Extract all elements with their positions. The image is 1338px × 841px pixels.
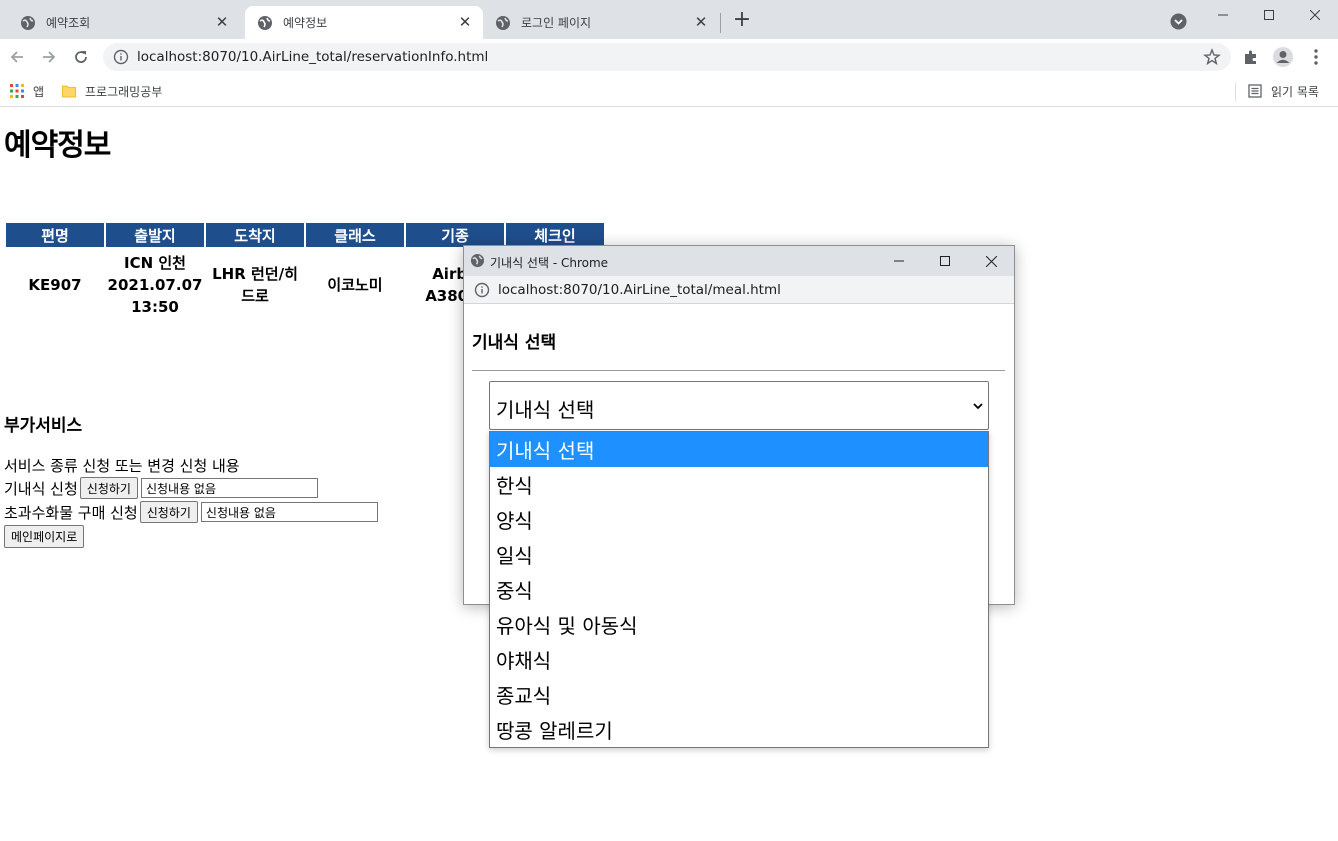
browser-toolbar: localhost:8070/10.AirLine_total/reservat… (0, 39, 1338, 75)
cell-class: 이코노미 (327, 276, 383, 294)
bookmarks-bar: 앱 프로그래밍공부 읽기 목록 (0, 75, 1338, 107)
tab-reservation-lookup[interactable]: 예약조회 ✕ (8, 6, 240, 39)
table-header-row: 편명 출발지 도착지 클래스 기종 체크인 (6, 223, 604, 247)
popup-window-title: 기내식 선택 - Chrome (490, 256, 609, 270)
profile-icon[interactable] (1271, 45, 1295, 69)
bookmark-folder[interactable]: 프로그래밍공부 (62, 81, 162, 101)
globe-icon (470, 253, 485, 268)
tab-label: 예약조회 (46, 16, 91, 30)
reading-list[interactable]: 읽기 목록 (1248, 81, 1319, 101)
meal-service-row: 기내식 신청 신청하기 신청내용 없음 (4, 477, 318, 499)
forward-icon[interactable] (37, 45, 61, 69)
meal-apply-button[interactable]: 신청하기 (79, 477, 138, 499)
baggage-request-field[interactable]: 신청내용 없음 (200, 502, 378, 522)
baggage-service-label: 초과수화물 구매 신청 (4, 503, 138, 522)
menu-icon[interactable] (1304, 45, 1328, 69)
popup-close-icon[interactable] (968, 246, 1014, 276)
header-aircraft: 기종 (406, 223, 504, 247)
reload-icon[interactable] (69, 45, 93, 69)
bookmark-label: 프로그래밍공부 (85, 84, 163, 99)
departure-date: 2021.07.07 (107, 276, 203, 294)
meal-options-dropdown: 기내식 선택 한식 양식 일식 중식 유아식 및 아동식 야채식 종교식 땅콩 … (489, 431, 989, 748)
page-title: 예약정보 (4, 128, 111, 163)
globe-icon (496, 15, 510, 30)
tab-label: 로그인 페이지 (521, 16, 592, 30)
info-icon[interactable] (474, 282, 490, 298)
tab-close-icon[interactable]: ✕ (457, 13, 473, 31)
popup-address-bar: localhost:8070/10.AirLine_total/meal.htm… (464, 276, 1014, 304)
services-header: 서비스 종류 신청 또는 변경 신청 내용 (4, 455, 240, 476)
tab-reservation-info[interactable]: 예약정보 ✕ (245, 6, 483, 39)
bookmark-star-icon[interactable] (1203, 48, 1221, 66)
main-page-button[interactable]: 메인페이지로 (4, 525, 85, 548)
extra-services-title: 부가서비스 (4, 416, 83, 436)
meal-service-label: 기내식 신청 (4, 479, 78, 498)
reading-list-icon (1248, 84, 1262, 98)
folder-icon (62, 85, 76, 98)
extensions-icon[interactable] (1239, 45, 1263, 69)
cell-departure: ICN 인천 2021.07.07 13:50 (106, 247, 204, 323)
meal-option[interactable]: 종교식 (490, 677, 988, 712)
bookmark-apps[interactable]: 앱 (10, 81, 44, 101)
divider (472, 370, 1005, 371)
info-icon[interactable] (113, 49, 129, 65)
departure-time: 13:50 (131, 298, 179, 316)
tab-strip: 예약조회 ✕ 예약정보 ✕ 로그인 페이지 ✕ + (0, 0, 1338, 39)
header-departure: 출발지 (106, 223, 204, 247)
bookmark-label: 앱 (33, 84, 45, 99)
back-icon[interactable] (5, 45, 29, 69)
address-bar[interactable]: localhost:8070/10.AirLine_total/reservat… (103, 43, 1231, 71)
cell-flight: KE907 (28, 276, 82, 294)
popup-url-text: localhost:8070/10.AirLine_total/meal.htm… (498, 282, 781, 298)
tab-close-icon[interactable]: ✕ (214, 13, 230, 31)
chevron-down-icon (973, 403, 983, 410)
header-flight: 편명 (6, 223, 104, 247)
main-button-row: 메인페이지로 (4, 525, 85, 548)
tab-search-icon[interactable] (1170, 13, 1187, 30)
apps-grid-icon (10, 84, 24, 98)
popup-maximize-icon[interactable] (922, 246, 968, 276)
meal-option[interactable]: 기내식 선택 (490, 432, 988, 467)
baggage-service-row: 초과수화물 구매 신청 신청하기 신청내용 없음 (4, 501, 378, 523)
services-header-text: 서비스 종류 신청 또는 변경 신청 내용 (4, 457, 240, 475)
new-tab-icon[interactable]: + (731, 9, 753, 32)
globe-icon (258, 15, 272, 30)
globe-icon (21, 15, 35, 30)
tab-close-icon[interactable]: ✕ (693, 13, 709, 31)
meal-select[interactable]: 기내식 선택 (489, 381, 989, 430)
meal-option[interactable]: 일식 (490, 537, 988, 572)
meal-request-field[interactable]: 신청내용 없음 (140, 478, 318, 498)
maximize-icon[interactable] (1246, 0, 1292, 30)
tab-login-page[interactable]: 로그인 페이지 ✕ (483, 6, 719, 39)
meal-option[interactable]: 유아식 및 아동식 (490, 607, 988, 642)
popup-title-bar: 기내식 선택 - Chrome (464, 246, 1014, 276)
reading-list-label: 읽기 목록 (1271, 84, 1319, 99)
meal-select-value: 기내식 선택 (496, 398, 595, 422)
baggage-apply-button[interactable]: 신청하기 (139, 501, 198, 523)
tab-separator (720, 13, 721, 33)
meal-option[interactable]: 중식 (490, 572, 988, 607)
header-arrival: 도착지 (206, 223, 304, 247)
popup-minimize-icon[interactable] (876, 246, 922, 276)
arrival-line2: 드로 (241, 287, 269, 305)
meal-option[interactable]: 땅콩 알레르기 (490, 712, 988, 747)
header-class: 클래스 (306, 223, 404, 247)
cell-arrival: LHR 런던/히 드로 (206, 247, 304, 323)
tab-label: 예약정보 (283, 16, 328, 30)
header-checkin: 체크인 (506, 223, 604, 247)
meal-option[interactable]: 야채식 (490, 642, 988, 677)
close-window-icon[interactable] (1292, 0, 1338, 30)
arrival-line1: LHR 런던/히 (212, 265, 298, 283)
meal-option[interactable]: 한식 (490, 467, 988, 502)
minimize-icon[interactable] (1200, 0, 1246, 30)
bookmark-divider (1235, 83, 1236, 101)
departure-airport: ICN 인천 (124, 254, 186, 272)
url-text: localhost:8070/10.AirLine_total/reservat… (137, 49, 489, 65)
meal-option[interactable]: 양식 (490, 502, 988, 537)
meal-heading: 기내식 선택 (472, 333, 557, 353)
